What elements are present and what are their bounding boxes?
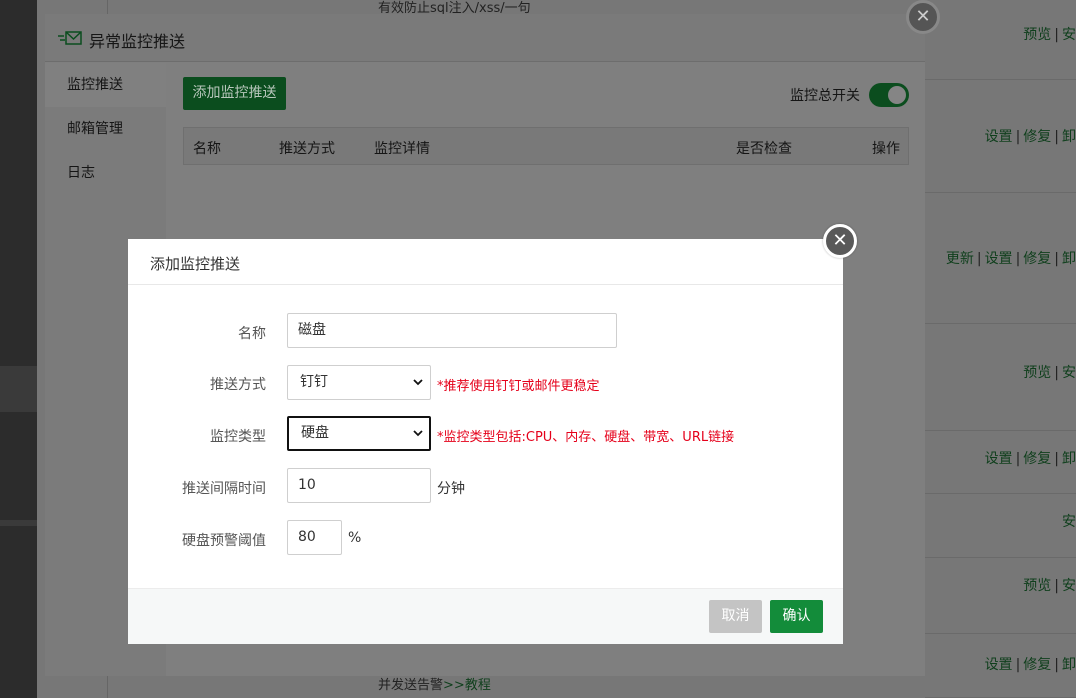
monitor-type-label: 监控类型	[210, 429, 266, 445]
tutorial-link[interactable]: 教程	[465, 678, 491, 693]
background-row: 预览 | 安	[925, 324, 1076, 431]
background-action-link[interactable]: 卸	[1062, 657, 1076, 673]
cancel-button[interactable]: 取消	[709, 600, 762, 633]
background-action-link[interactable]: 卸	[1062, 251, 1076, 267]
background-action-link[interactable]: 安	[1062, 27, 1076, 43]
background-action-link[interactable]: 设置	[985, 251, 1013, 267]
background-row: 设置 | 修复 | 卸	[925, 634, 1076, 698]
background-row-actions: 设置 | 修复 | 卸	[984, 657, 1076, 673]
background-action-link[interactable]: 更新	[946, 251, 974, 267]
background-action-link[interactable]: 修复	[1023, 251, 1051, 267]
background-row-actions: 更新 | 设置 | 修复 | 卸	[945, 251, 1076, 267]
background-action-link[interactable]: 设置	[985, 129, 1013, 145]
background-action-link[interactable]: 修复	[1023, 129, 1051, 145]
background-row-text-bottom: 并发送告警>>教程	[378, 678, 491, 693]
background-row-actions: 设置 | 修复 | 卸	[984, 451, 1076, 467]
background-action-link[interactable]: 安	[1062, 514, 1076, 530]
envelope-fly-icon	[58, 31, 82, 45]
background-action-link[interactable]: 预览	[1023, 365, 1051, 381]
window-title: 异常监控推送	[89, 32, 186, 51]
column-header-monitor-detail: 监控详情	[374, 141, 430, 157]
background-row-actions: 预览 | 安	[1023, 27, 1076, 43]
table-header: 名称 推送方式 监控详情 是否检查 操作	[183, 127, 909, 165]
dialog-footer: 取消 确认	[128, 588, 843, 644]
master-switch-toggle[interactable]	[869, 83, 909, 107]
column-header-name: 名称	[193, 141, 221, 157]
app-sidebar-dark	[0, 0, 37, 698]
sidebar-item-log[interactable]: 日志	[45, 151, 166, 195]
background-row-actions: 安	[1062, 511, 1076, 531]
background-row: 设置 | 修复 | 卸	[925, 80, 1076, 193]
background-action-link[interactable]: 安	[1062, 578, 1076, 594]
push-method-label: 推送方式	[210, 377, 266, 393]
background-action-link[interactable]: 卸	[1062, 129, 1076, 145]
column-header-check: 是否检查	[736, 141, 792, 157]
background-action-link[interactable]: 预览	[1023, 578, 1051, 594]
monitor-type-select[interactable]: 硬盘	[287, 416, 431, 451]
interval-label: 推送间隔时间	[182, 481, 266, 497]
confirm-button[interactable]: 确认	[770, 600, 823, 633]
column-header-push-method: 推送方式	[279, 141, 335, 157]
add-monitor-push-dialog: 添加监控推送 名称 磁盘 推送方式 钉钉 *推荐使用钉钉或邮件更稳定 监控类型 …	[128, 239, 843, 644]
window-header: 异常监控推送	[45, 14, 925, 62]
chevron-down-icon	[413, 379, 423, 386]
background-action-link[interactable]: 修复	[1023, 451, 1051, 467]
background-action-link[interactable]: 安	[1062, 365, 1076, 381]
threshold-input[interactable]: 80	[287, 520, 342, 555]
dialog-title: 添加监控推送	[150, 255, 241, 273]
background-action-link[interactable]: 设置	[985, 657, 1013, 673]
window-close-icon[interactable]: ✕	[906, 0, 940, 34]
dialog-header: 添加监控推送	[128, 239, 843, 285]
background-action-link[interactable]: 设置	[985, 451, 1013, 467]
push-method-hint: *推荐使用钉钉或邮件更稳定	[437, 379, 600, 394]
background-row: 预览 | 安	[925, 558, 1076, 634]
background-row: 预览 | 安	[925, 0, 1076, 80]
name-input[interactable]: 磁盘	[287, 313, 617, 348]
interval-unit: 分钟	[437, 481, 465, 497]
background-row-actions: 设置 | 修复 | 卸	[984, 129, 1076, 145]
background-row-actions: 预览 | 安	[1023, 578, 1076, 594]
add-monitor-push-button[interactable]: 添加监控推送	[183, 77, 286, 110]
threshold-label: 硬盘预警阈值	[182, 533, 266, 549]
push-method-select[interactable]: 钉钉	[287, 365, 431, 400]
monitor-type-hint: *监控类型包括:CPU、内存、硬盘、带宽、URL链接	[437, 430, 735, 445]
background-action-link[interactable]: 预览	[1023, 27, 1051, 43]
column-header-actions: 操作	[872, 141, 900, 157]
background-row-actions: 预览 | 安	[1023, 365, 1076, 381]
dialog-close-icon[interactable]: ✕	[823, 224, 857, 258]
background-row: 设置 | 修复 | 卸	[925, 431, 1076, 494]
sidebar-item-monitor-push[interactable]: 监控推送	[45, 63, 166, 107]
sidebar-item-mailbox[interactable]: 邮箱管理	[45, 107, 166, 151]
background-action-link[interactable]: 修复	[1023, 657, 1051, 673]
interval-input[interactable]: 10	[287, 468, 431, 503]
master-switch-label: 监控总开关	[790, 88, 860, 104]
threshold-unit: %	[348, 530, 362, 546]
background-action-link[interactable]: 卸	[1062, 451, 1076, 467]
name-label: 名称	[238, 326, 266, 342]
background-row: 更新 | 设置 | 修复 | 卸	[925, 193, 1076, 324]
background-row: 安	[925, 494, 1076, 558]
chevron-down-icon	[413, 430, 423, 437]
